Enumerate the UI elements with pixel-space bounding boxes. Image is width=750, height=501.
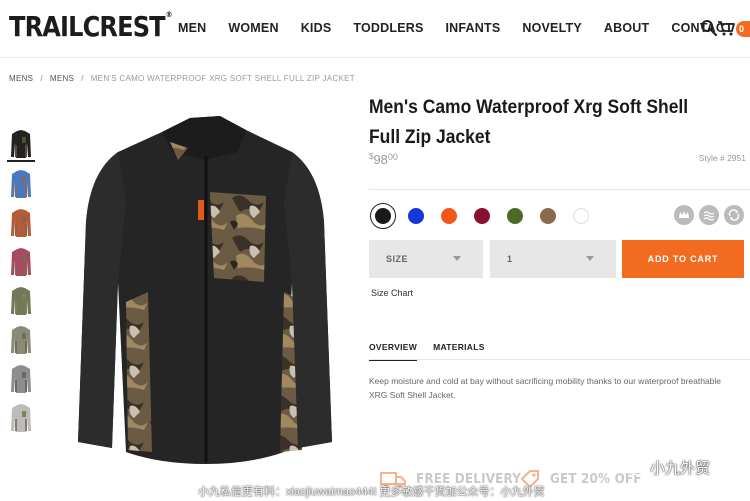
- crown-icon: [674, 205, 694, 225]
- main-nav: MEN WOMEN KIDS TODDLERS INFANTS NOVELTY …: [178, 21, 733, 35]
- nav-kids[interactable]: KIDS: [301, 21, 332, 35]
- thumbnail-jacket-image: [11, 364, 31, 393]
- color-swatch[interactable]: [403, 203, 429, 229]
- cart-count-badge[interactable]: 0: [736, 21, 750, 37]
- thumbnail-item[interactable]: [7, 322, 35, 357]
- color-swatch-dot: [441, 208, 457, 224]
- color-swatch[interactable]: [436, 203, 462, 229]
- quantity-select[interactable]: 1: [490, 240, 616, 278]
- thumbnail-item[interactable]: [7, 283, 35, 318]
- tabs-divider: [369, 359, 750, 360]
- color-swatch[interactable]: [502, 203, 528, 229]
- breadcrumb-link-mens[interactable]: MENS: [9, 74, 33, 83]
- color-swatch[interactable]: [568, 203, 594, 229]
- color-swatch-dot: [507, 208, 523, 224]
- chevron-down-icon: [453, 256, 461, 261]
- watermark-brand: 小九外贸: [623, 457, 710, 478]
- product-main-image: [78, 116, 332, 464]
- thumbnail-jacket-image: [11, 286, 31, 315]
- size-chart-link[interactable]: Size Chart: [371, 288, 413, 298]
- recycle-icon: [724, 205, 744, 225]
- style-number: Style # 2951: [698, 153, 746, 163]
- color-swatch[interactable]: [370, 203, 396, 229]
- nav-toddlers[interactable]: TODDLERS: [353, 21, 423, 35]
- add-to-cart-button[interactable]: ADD TO CART: [622, 240, 744, 278]
- nav-women[interactable]: WOMEN: [228, 21, 278, 35]
- watermark-text: 小九私信更有料：xiaojiuwaimao444I 更多敏感干货加公众号：小九外…: [198, 486, 545, 498]
- color-swatches: [370, 203, 601, 229]
- thumbnail-jacket-image: [11, 403, 31, 432]
- nav-about[interactable]: ABOUT: [604, 21, 649, 35]
- feature-icons: [674, 205, 749, 225]
- product-title: Men's Camo Waterproof Xrg Soft Shell Ful…: [369, 97, 689, 148]
- breadcrumb: MENS / MENS / MEN'S CAMO WATERPROOF XRG SOFT…: [9, 74, 355, 83]
- search-icon[interactable]: [700, 19, 718, 37]
- chat-bubble-icon: [623, 459, 645, 476]
- thumbnail-item[interactable]: [7, 400, 35, 435]
- thumbnail-list: [7, 127, 37, 439]
- size-select-label: SIZE: [386, 254, 409, 264]
- watermark-brand-text: 小九外贸: [650, 460, 711, 477]
- color-swatch-dot: [540, 208, 556, 224]
- thumbnail-item[interactable]: [7, 127, 35, 162]
- chevron-down-icon: [586, 256, 594, 261]
- thumbnail-jacket-image: [11, 169, 31, 198]
- breadcrumb-link-mens-sub[interactable]: MENS: [50, 74, 74, 83]
- waves-icon: [699, 205, 719, 225]
- color-swatch[interactable]: [469, 203, 495, 229]
- color-swatch-dot: [474, 208, 490, 224]
- cart-icon[interactable]: [717, 19, 735, 37]
- breadcrumb-current: MEN'S CAMO WATERPROOF XRG SOFT SHELL FUL…: [90, 74, 355, 83]
- thumbnail-jacket-image: [11, 129, 31, 158]
- color-swatch-dot: [408, 208, 424, 224]
- brand-logo[interactable]: TRAILCREST®: [9, 10, 172, 43]
- nav-novelty[interactable]: NOVELTY: [522, 21, 582, 35]
- color-swatch-dot: [375, 208, 391, 224]
- thumbnail-item[interactable]: [7, 205, 35, 240]
- nav-men[interactable]: MEN: [178, 21, 206, 35]
- thumbnail-jacket-image: [11, 325, 31, 354]
- thumbnail-jacket-image: [11, 247, 31, 276]
- product-description: Keep moisture and cold at bay without sa…: [369, 376, 721, 400]
- size-select[interactable]: SIZE: [369, 240, 483, 278]
- quantity-value: 1: [507, 254, 513, 264]
- thumbnail-item[interactable]: [7, 166, 35, 201]
- product-price: $9800: [369, 152, 398, 167]
- nav-infants[interactable]: INFANTS: [446, 21, 501, 35]
- site-header: TRAILCREST® MEN WOMEN KIDS TODDLERS INFA…: [0, 0, 750, 58]
- thumbnail-item[interactable]: [7, 361, 35, 396]
- color-swatch[interactable]: [535, 203, 561, 229]
- color-swatch-dot: [573, 208, 589, 224]
- thumbnail-jacket-image: [11, 208, 31, 237]
- thumbnail-item[interactable]: [7, 244, 35, 279]
- divider: [369, 189, 750, 190]
